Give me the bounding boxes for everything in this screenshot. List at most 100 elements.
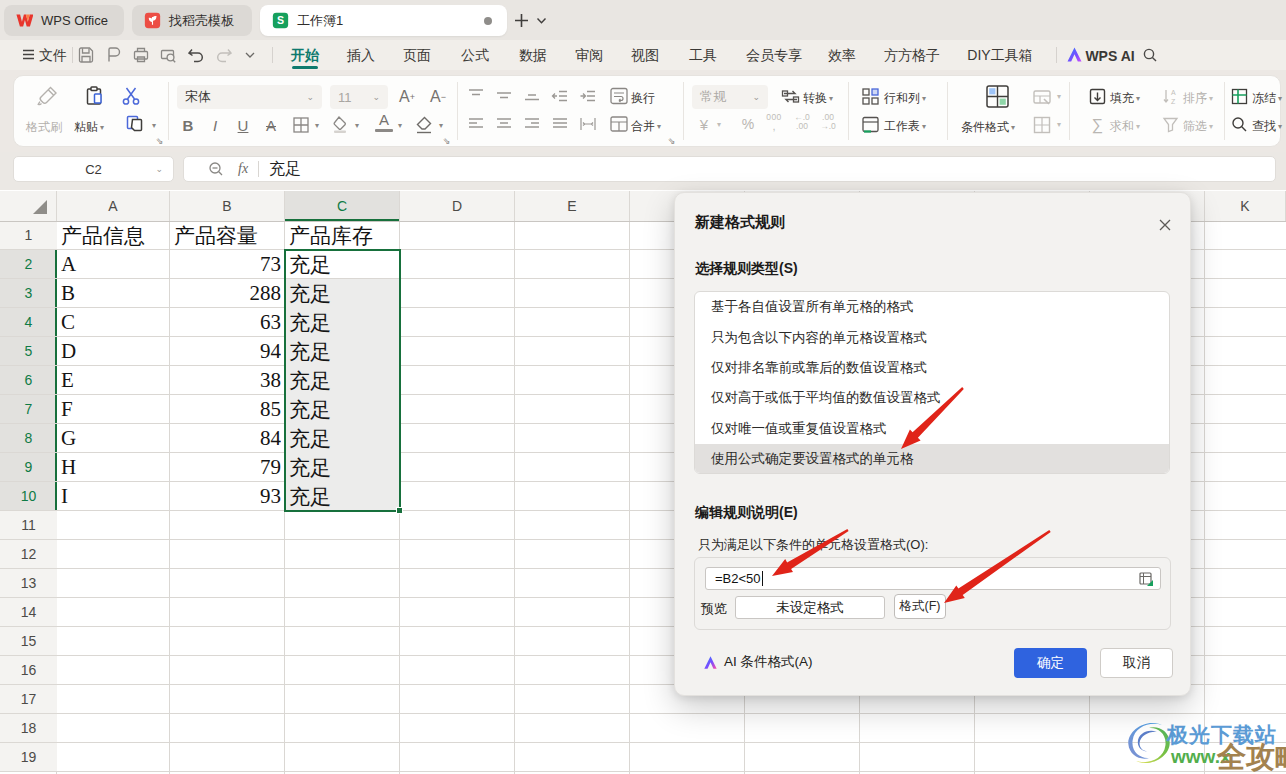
print-icon[interactable] bbox=[131, 45, 151, 65]
copy-icon[interactable] bbox=[124, 113, 146, 135]
clipboard-expand-icon[interactable]: ⇘ bbox=[156, 136, 164, 146]
redo-icon[interactable] bbox=[214, 45, 234, 65]
font-size-combo[interactable]: 11⌄ bbox=[330, 85, 388, 109]
format-button[interactable]: 格式(F) bbox=[894, 594, 946, 619]
rows-columns-label[interactable]: 行和列▾ bbox=[884, 90, 926, 107]
tab-list-chevron-icon[interactable] bbox=[536, 17, 547, 25]
table-style-icon[interactable] bbox=[1032, 115, 1052, 135]
find-label[interactable]: 查找▾ bbox=[1252, 118, 1282, 135]
cell-B5[interactable]: 94 bbox=[174, 337, 281, 366]
format-painter-label[interactable]: 格式刷 bbox=[26, 119, 62, 136]
fx-icon[interactable]: fx bbox=[238, 161, 248, 177]
menu-item-1[interactable]: 开始 bbox=[283, 44, 327, 67]
font-color-icon[interactable]: A bbox=[375, 112, 393, 132]
cell-A2[interactable]: A bbox=[61, 250, 166, 279]
sum-label[interactable]: 求和▾ bbox=[1110, 118, 1140, 135]
menu-item-8[interactable]: 工具 bbox=[681, 44, 725, 67]
range-picker-icon[interactable] bbox=[1139, 572, 1154, 587]
font-expand-icon[interactable]: ⇘ bbox=[443, 136, 451, 146]
filter-icon[interactable] bbox=[1161, 115, 1180, 134]
close-icon[interactable] bbox=[1153, 213, 1177, 237]
eraser-chevron-icon[interactable]: ▾ bbox=[439, 121, 443, 130]
currency-chevron-icon[interactable]: ▾ bbox=[717, 120, 721, 129]
row-header-19[interactable]: 19 bbox=[0, 743, 57, 772]
cut-icon[interactable] bbox=[120, 85, 142, 107]
rule-type-option-6[interactable]: 使用公式确定要设置格式的单元格 bbox=[695, 444, 1169, 474]
align-middle-icon[interactable] bbox=[495, 87, 513, 105]
new-tab-plus-icon[interactable] bbox=[513, 12, 530, 29]
row-header-17[interactable]: 17 bbox=[0, 685, 57, 714]
freeze-label[interactable]: 冻结▾ bbox=[1252, 90, 1282, 107]
toolbar-chevron-icon[interactable] bbox=[245, 52, 255, 59]
cell-B6[interactable]: 38 bbox=[174, 366, 281, 395]
decrease-decimal-icon[interactable]: .00 →.0 bbox=[817, 113, 839, 131]
align-left-icon[interactable] bbox=[467, 115, 485, 133]
rows-columns-icon[interactable] bbox=[861, 87, 880, 106]
justify-icon[interactable] bbox=[551, 115, 569, 133]
row-header-10[interactable]: 10 bbox=[0, 482, 57, 511]
wrap-label[interactable]: 换行 bbox=[631, 90, 655, 107]
ai-conditional-format-button[interactable]: AI 条件格式(A) bbox=[703, 653, 813, 671]
cell-B9[interactable]: 79 bbox=[174, 453, 281, 482]
increase-decimal-icon[interactable]: ←.0 .00 bbox=[791, 113, 813, 131]
rule-type-listbox[interactable]: 基于各自值设置所有单元格的格式只为包含以下内容的单元格设置格式仅对排名靠前或靠后… bbox=[694, 291, 1170, 474]
row-header-2[interactable]: 2 bbox=[0, 250, 57, 279]
menu-item-3[interactable]: 页面 bbox=[395, 44, 439, 67]
borders-chevron-icon[interactable]: ▾ bbox=[315, 121, 319, 130]
row-header-7[interactable]: 7 bbox=[0, 395, 57, 424]
number-format-combo[interactable]: 常规⌄ bbox=[692, 85, 768, 109]
cell-A3[interactable]: B bbox=[61, 279, 166, 308]
undo-icon[interactable] bbox=[186, 45, 206, 65]
tab-wps-office[interactable]: WPS Office bbox=[4, 5, 124, 36]
row-header-8[interactable]: 8 bbox=[0, 424, 57, 453]
decrease-font-icon[interactable]: A− bbox=[427, 86, 449, 108]
wps-ai-label[interactable]: WPS AI bbox=[1087, 44, 1133, 67]
find-icon[interactable] bbox=[1230, 115, 1249, 134]
print-preview-icon[interactable] bbox=[158, 45, 178, 65]
cell-B10[interactable]: 93 bbox=[174, 482, 281, 511]
output-pdf-icon[interactable] bbox=[104, 45, 124, 65]
convert-label[interactable]: 转换▾ bbox=[803, 90, 833, 107]
eraser-icon[interactable] bbox=[413, 114, 435, 136]
strikethrough-icon[interactable]: A bbox=[261, 114, 281, 136]
cell-A4[interactable]: C bbox=[61, 308, 166, 337]
row-header-5[interactable]: 5 bbox=[0, 337, 57, 366]
rule-type-option-3[interactable]: 仅对排名靠前或靠后的数值设置格式 bbox=[695, 353, 1169, 383]
search-icon[interactable] bbox=[1142, 47, 1158, 63]
cell-B8[interactable]: 84 bbox=[174, 424, 281, 453]
name-box[interactable]: C2 ⌄ bbox=[13, 156, 174, 182]
copy-chevron-icon[interactable]: ▾ bbox=[152, 121, 156, 130]
row-header-18[interactable]: 18 bbox=[0, 714, 57, 743]
column-header-B[interactable]: B bbox=[170, 191, 285, 221]
worksheet-icon[interactable] bbox=[861, 115, 880, 134]
menu-item-10[interactable]: 效率 bbox=[826, 44, 858, 67]
sum-icon[interactable]: ∑ bbox=[1088, 115, 1107, 134]
decrease-indent-icon[interactable] bbox=[551, 87, 569, 105]
row-header-16[interactable]: 16 bbox=[0, 656, 57, 685]
tab-docer-template[interactable]: 找稻壳模板 bbox=[132, 5, 252, 36]
row-header-13[interactable]: 13 bbox=[0, 569, 57, 598]
cell-B4[interactable]: 63 bbox=[174, 308, 281, 337]
table-style-chevron-icon[interactable]: ▾ bbox=[1057, 120, 1061, 129]
underline-icon[interactable]: U bbox=[233, 114, 253, 136]
cell-A7[interactable]: F bbox=[61, 395, 166, 424]
menu-item-9[interactable]: 会员专享 bbox=[739, 44, 809, 67]
rule-type-option-4[interactable]: 仅对高于或低于平均值的数值设置格式 bbox=[695, 383, 1169, 413]
distributed-icon[interactable] bbox=[579, 115, 597, 133]
rule-type-option-1[interactable]: 基于各自值设置所有单元格的格式 bbox=[695, 292, 1169, 322]
menu-item-11[interactable]: 方方格子 bbox=[877, 44, 947, 67]
paste-icon[interactable] bbox=[83, 84, 107, 108]
thousand-separator-icon[interactable]: 000 , bbox=[763, 113, 785, 131]
column-header-K[interactable]: K bbox=[1205, 191, 1286, 221]
convert-icon[interactable] bbox=[781, 87, 800, 106]
select-all-corner[interactable] bbox=[0, 191, 57, 221]
column-header-E[interactable]: E bbox=[515, 191, 630, 221]
cell-A1[interactable]: 产品信息 bbox=[61, 221, 166, 250]
increase-indent-icon[interactable] bbox=[579, 87, 597, 105]
menu-item-6[interactable]: 审阅 bbox=[567, 44, 611, 67]
fill-color-chevron-icon[interactable]: ▾ bbox=[355, 121, 359, 130]
row-header-6[interactable]: 6 bbox=[0, 366, 57, 395]
row-header-1[interactable]: 1 bbox=[0, 221, 57, 250]
name-box-chevron-icon[interactable]: ⌄ bbox=[155, 164, 163, 174]
zoom-formula-icon[interactable] bbox=[208, 161, 224, 177]
